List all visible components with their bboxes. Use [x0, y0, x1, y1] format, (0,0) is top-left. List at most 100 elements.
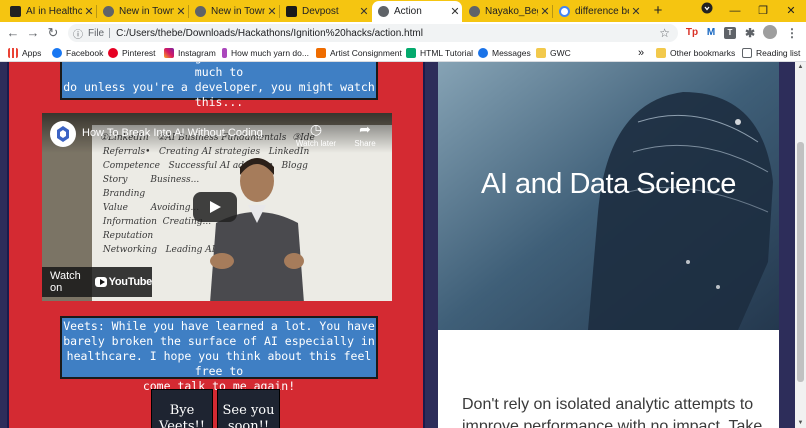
tab-title: Devpost — [302, 6, 339, 17]
bookmark-facebook[interactable]: Facebook — [52, 46, 103, 60]
avatar[interactable] — [762, 25, 778, 41]
w3schools-icon — [406, 48, 416, 58]
watch-on-label: Watch on — [50, 270, 81, 294]
message-line: healthcare. I hope you think about this … — [66, 349, 372, 378]
bookmark-label: HTML Tutorial — [420, 48, 474, 58]
minimize-icon[interactable]: — — [722, 0, 748, 22]
m-extension-icon[interactable]: M — [703, 25, 719, 41]
tab-action[interactable]: Action ✕ — [372, 1, 462, 22]
see-you-soon-button[interactable]: See you soon!! — [217, 389, 280, 428]
veets-farewell-message: Veets: While you have learned a lot. You… — [60, 316, 378, 393]
close-icon[interactable]: ✕ — [538, 5, 552, 18]
bookmark-artist-consignment[interactable]: Artist Consignment — [316, 46, 402, 60]
reload-icon[interactable]: ↻ — [44, 24, 62, 42]
back-arrow-icon[interactable]: ← — [4, 24, 22, 42]
yarn-icon — [222, 48, 227, 58]
watch-on-youtube-button[interactable]: Watch on YouTube — [42, 267, 152, 297]
share-label: Share — [354, 139, 376, 148]
close-icon[interactable]: ✕ — [82, 5, 96, 18]
instagram-icon — [164, 48, 174, 58]
bookmark-instagram[interactable]: Instagram — [164, 46, 216, 60]
button-label: soon!! — [227, 419, 270, 428]
bookmark-messages[interactable]: Messages — [478, 46, 531, 60]
scrollbar-thumb[interactable] — [797, 142, 804, 382]
bookmark-gwc[interactable]: GWC — [536, 46, 571, 60]
pinterest-icon — [108, 48, 118, 58]
bookmark-reading-list[interactable]: Reading list — [742, 46, 800, 60]
share-button[interactable]: ➦ Share — [350, 121, 380, 148]
youtube-video-embed[interactable]: ①LinkedIn ②AI Business Fundamentals ③Ide… — [42, 113, 392, 301]
tab-devpost[interactable]: Devpost ✕ — [280, 1, 371, 22]
tab-title: difference betw — [575, 6, 629, 17]
description-card: Don't rely on isolated analytic attempts… — [438, 330, 779, 428]
close-window-icon[interactable]: ✕ — [778, 0, 804, 22]
button-label: See you — [222, 403, 275, 418]
tab-title: Nayako_Begin — [485, 6, 538, 17]
channel-avatar[interactable] — [50, 121, 76, 147]
reading-list-icon — [742, 48, 752, 58]
chat-panel: Veets: While it might seem like there is… — [7, 62, 425, 428]
close-icon[interactable]: ✕ — [265, 5, 279, 18]
info-icon[interactable]: ⓘ — [68, 26, 88, 41]
tab-new-in-town-2[interactable]: New in Town: D ✕ — [189, 1, 280, 22]
video-title[interactable]: How To Break Into AI Without Coding — [82, 127, 263, 139]
bookmark-label: Artist Consignment — [330, 48, 402, 58]
message-line: Veets: While it might seem like there is… — [70, 62, 368, 79]
tab-title: Action — [394, 6, 422, 17]
bookmark-label: Pinterest — [122, 48, 156, 58]
close-icon[interactable]: ✕ — [174, 5, 188, 18]
globe-icon — [469, 6, 480, 17]
url-field[interactable]: ⓘ File C:/Users/thebe/Downloads/Hackatho… — [68, 24, 678, 42]
address-bar: ← → ↻ ⓘ File C:/Users/thebe/Downloads/Ha… — [0, 22, 806, 44]
bookmarks-bar: Apps Facebook Pinterest Instagram How mu… — [0, 44, 806, 62]
description-line: improve performance with no impact. Take — [462, 418, 763, 428]
restore-icon[interactable]: ❐ — [750, 0, 776, 22]
t-extension-icon[interactable]: T — [722, 25, 738, 41]
tab-title: New in Town: D — [119, 6, 174, 17]
tab-search-icon[interactable] — [694, 0, 720, 22]
play-icon — [210, 201, 221, 213]
globe-icon — [195, 6, 206, 17]
share-arrow-icon: ➦ — [359, 121, 371, 137]
bookmark-pinterest[interactable]: Pinterest — [108, 46, 156, 60]
tab-new-in-town-1[interactable]: New in Town: D ✕ — [97, 1, 189, 22]
bye-veets-button[interactable]: Bye Veets!! — [151, 389, 213, 428]
url-text: C:/Users/thebe/Downloads/Hackathons/Igni… — [116, 27, 423, 39]
artist-icon — [316, 48, 326, 58]
scroll-down-icon[interactable]: ▼ — [795, 420, 806, 426]
forward-arrow-icon[interactable]: → — [24, 24, 42, 42]
tab-title: New in Town: D — [211, 6, 265, 17]
bookmarks-overflow-button[interactable]: » — [638, 46, 644, 60]
button-label: Veets!! — [159, 419, 205, 428]
page-scrollbar[interactable]: ▲ ▼ — [795, 62, 806, 428]
tab-difference-between[interactable]: difference betw ✕ — [553, 1, 643, 22]
bookmark-apps[interactable]: Apps — [8, 46, 41, 60]
tp-extension-icon[interactable]: Tp — [684, 25, 700, 41]
bookmark-label: Other bookmarks — [670, 48, 736, 58]
new-tab-button[interactable]: + — [649, 1, 667, 21]
close-icon[interactable]: ✕ — [357, 5, 371, 18]
close-icon[interactable]: ✕ — [448, 5, 462, 18]
bookmark-label: Messages — [492, 48, 531, 58]
bookmark-label: Instagram — [178, 48, 216, 58]
puzzle-icon[interactable]: ✱ — [742, 25, 758, 41]
bookmark-star-icon[interactable]: ☆ — [659, 26, 670, 40]
tab-nayako-begin[interactable]: Nayako_Begin ✕ — [463, 1, 553, 22]
watch-later-button[interactable]: ◷ Watch later — [292, 121, 340, 148]
apps-grid-icon — [8, 48, 18, 58]
info-panel: AI and Data Science Don't rely on isolat… — [430, 62, 795, 428]
play-button[interactable] — [193, 192, 237, 222]
scroll-up-icon[interactable]: ▲ — [795, 64, 806, 70]
tab-ai-in-healthcare[interactable]: AI in Healthcare ✕ — [4, 1, 97, 22]
protocol-label: File — [88, 27, 105, 39]
button-label: Bye — [169, 403, 195, 418]
menu-kebab-icon[interactable]: ⋮ — [784, 25, 800, 41]
globe-icon — [378, 6, 389, 17]
bookmark-other-bookmarks[interactable]: Other bookmarks — [656, 46, 735, 60]
tab-title: AI in Healthcare — [26, 6, 82, 17]
bookmark-html-tutorial[interactable]: HTML Tutorial — [406, 46, 473, 60]
description-text: Don't rely on isolated analytic attempts… — [462, 394, 782, 428]
bookmark-label: Reading list — [756, 48, 801, 58]
bookmark-yarn[interactable]: How much yarn do... — [222, 46, 309, 60]
close-icon[interactable]: ✕ — [629, 5, 643, 18]
